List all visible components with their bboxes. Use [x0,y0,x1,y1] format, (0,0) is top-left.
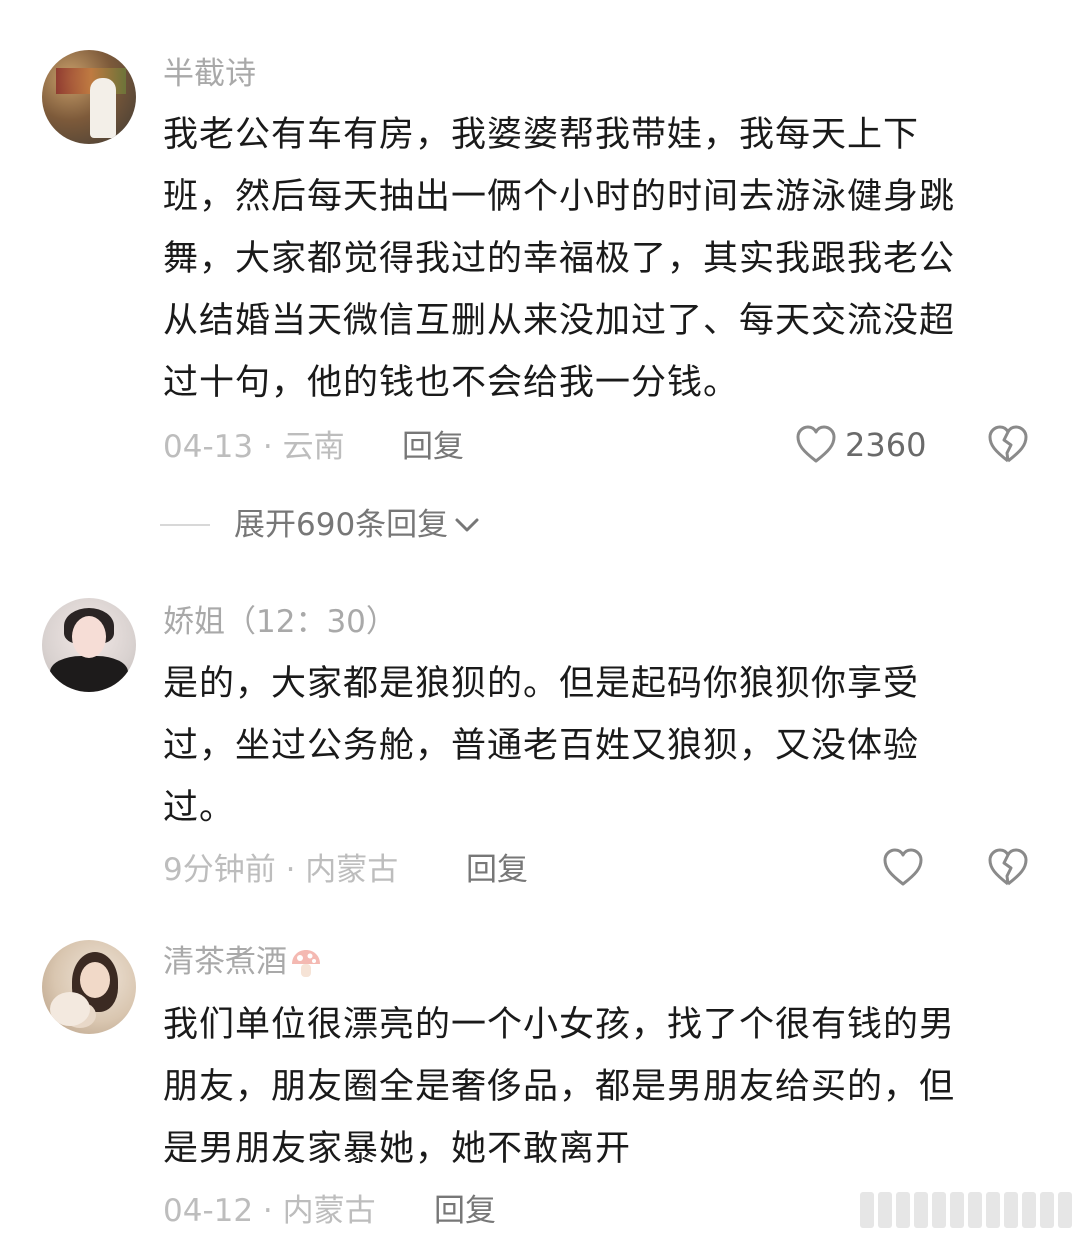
comment-text: 我们单位很漂亮的一个小女孩，找了个很有钱的男 朋友，朋友圈全是奢侈品，都是男朋友… [163,994,1033,1180]
reply-button[interactable]: 回复 [434,1191,496,1231]
comment-text-line: 是的，大家都是狼狈的。但是起码你狼狈你享受 [163,664,920,704]
comment-text-line: 过十句，他的钱也不会给我一分钱。 [163,363,740,403]
dislike-button[interactable] [987,848,1029,892]
comment-text-line: 过。 [163,788,236,828]
reply-button[interactable]: 回复 [402,427,464,467]
comment-text: 我老公有车有房，我婆婆帮我带娃，我每天上下 班，然后每天抽出一俩个小时的时间去游… [163,104,1033,414]
reply-button[interactable]: 回复 [466,850,528,890]
heart-outline-icon [796,425,836,463]
chevron-down-icon [455,518,479,532]
avatar[interactable] [42,598,136,692]
expand-replies-label: 展开690条回复 [234,507,449,543]
avatar[interactable] [42,940,136,1034]
comment-text-line: 我们单位很漂亮的一个小女孩，找了个很有钱的男 [163,1005,956,1045]
comment-text: 是的，大家都是狼狈的。但是起码你狼狈你享受 过，坐过公务舱，普通老百姓又狼狈，又… [163,653,1033,839]
broken-heart-icon [988,848,1028,886]
comment-meta: 9分钟前 · 内蒙古 [163,852,399,888]
comment-text-line: 舞，大家都觉得我过的幸福极了，其实我跟我老公 [163,239,956,279]
like-button[interactable]: 2360 [795,425,926,465]
mushroom-icon [292,949,320,977]
comment-text-line: 过，坐过公务舱，普通老百姓又狼狈，又没体验 [163,726,920,766]
comment-text-line: 是男朋友家暴她，她不敢离开 [163,1129,632,1169]
comment-meta: 04-13 · 云南 [163,429,345,465]
dislike-button[interactable] [987,425,1029,469]
like-count: 2360 [845,426,927,464]
broken-heart-icon [988,425,1028,463]
comment-username-text: 清茶煮酒 [163,944,287,980]
comment-text-line: 从结婚当天微信互删从来没加过了、每天交流没超 [163,301,956,341]
comment-username[interactable]: 半截诗 [163,54,256,94]
comment-text-line: 班，然后每天抽出一俩个小时的时间去游泳健身跳 [163,177,956,217]
comment-username[interactable]: 清茶煮酒 [163,942,323,982]
expand-replies-button[interactable]: 展开690条回复 [160,505,480,545]
comment-meta: 04-12 · 内蒙古 [163,1193,376,1229]
divider [160,524,210,526]
like-button[interactable] [882,848,924,888]
heart-outline-icon [883,848,923,886]
watermark [732,1186,1072,1234]
comment-text-line: 我老公有车有房，我婆婆帮我带娃，我每天上下 [163,115,920,155]
comment-text-line: 朋友，朋友圈全是奢侈品，都是男朋友给买的，但 [163,1067,956,1107]
comment-username[interactable]: 娇姐（12：30） [163,602,397,642]
avatar[interactable] [42,50,136,144]
